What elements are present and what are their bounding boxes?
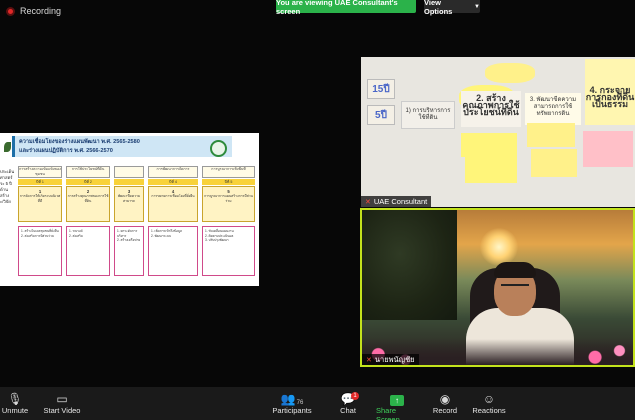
whiteboard-note	[461, 133, 517, 157]
participant-name-bar: ✕ UAE Consultant	[361, 196, 432, 207]
speaker-glasses	[501, 284, 529, 289]
whiteboard-scene: 15ปี 5ปี 1) การบริหารการใช้ที่ดิน 2. สร้…	[361, 57, 635, 207]
column-header	[114, 179, 144, 185]
slide-column: 3 พัฒนาขีดความสามารถ 1. ยกระดับการบริหาร 2…	[114, 166, 144, 278]
whiteboard-note: 3. พัฒนาขีดความสามารถการใช้ทรัพยากรดิน	[525, 93, 581, 125]
microphone-muted-icon: ✕	[366, 356, 372, 364]
column-title	[114, 166, 144, 178]
microphone-muted-icon: ✕	[365, 198, 371, 206]
sunlight-background	[480, 228, 518, 266]
speaker-hair	[494, 262, 536, 278]
slide-column: การสร้างความเข้มแข็งของชุมชน ปีที่ 1 1 กา…	[18, 166, 62, 278]
reactions-label: Reactions	[472, 406, 506, 415]
slide-column: การพัฒนาการจัดการ ปีที่ 4 4 การขยายการเชื…	[148, 166, 198, 278]
leaf-logo-icon	[4, 142, 11, 152]
participant-name-bar: ✕ นายพนัญชัย	[362, 354, 419, 365]
whiteboard-note	[527, 123, 575, 147]
reactions-icon: ☺	[482, 392, 496, 406]
record-dot-icon	[6, 6, 15, 16]
view-options-button[interactable]: View Options ▼	[424, 0, 480, 16]
share-screen-label: Share Screen	[376, 406, 400, 420]
chevron-down-icon: ▼	[474, 3, 480, 10]
share-screen-button[interactable]: ↑ Share Screen	[376, 389, 418, 420]
start-video-label: Start Video	[43, 406, 81, 415]
whiteboard-note: 4. กระจายการกองที่ดินเป็นธรรม	[585, 59, 635, 125]
shared-screen-slide[interactable]: ความเชื่อมโยงของร่างแผนพัฒนา พ.ศ. 2565-2…	[0, 133, 259, 286]
whiteboard-note	[583, 131, 633, 167]
chat-label: Chat	[340, 406, 356, 415]
zoom-meeting-window: Recording You are viewing UAE Consultant…	[0, 0, 635, 420]
whiteboard-note	[531, 149, 577, 177]
column-box: 5 การบูรณาการแผนสร้างการมีส่วนร่วม	[202, 186, 255, 222]
unmute-button[interactable]: 🎙 Unmute	[0, 389, 30, 415]
viewing-banner: You are viewing UAE Consultant's screen	[276, 0, 416, 16]
column-header: ปีที่ 2	[66, 179, 110, 185]
reactions-button[interactable]: ☺ Reactions	[472, 389, 506, 415]
whiteboard-note: 2. สร้างคุณภาพการใช้ประโยชน์ที่ดิน	[461, 91, 521, 127]
column-list: 1. รณรงค์ 2. ส่งเสริม	[66, 226, 110, 276]
column-box: 3 พัฒนาขีดความสามารถ	[114, 186, 144, 222]
whiteboard-note: 15ปี	[367, 79, 395, 99]
start-video-button[interactable]: ▭ Start Video	[43, 389, 81, 415]
recording-indicator[interactable]: Recording	[6, 6, 61, 16]
column-list: 1. เพิ่มการเข้าถึงข้อมูล 2. พัฒนาระบบ	[148, 226, 198, 276]
column-box: 1 การจัดการให้เกิดระบบนิเวศที่ดี	[18, 186, 62, 222]
meeting-toolbar: 🎙 Unmute ▭ Start Video 👥 76 Participants …	[0, 387, 635, 420]
column-list: 1. ยกระดับการบริหาร 2. สร้างเครือข่าย	[114, 226, 144, 276]
trees-background	[362, 210, 457, 320]
camera-off-icon: ▭	[56, 392, 68, 406]
column-header: ปีที่ 4	[148, 179, 198, 185]
slide-title: ความเชื่อมโยงของร่างแผนพัฒนา พ.ศ. 2565-2…	[19, 139, 140, 145]
active-speaker-tile[interactable]: ✕ นายพนัญชัย	[360, 208, 635, 367]
participants-icon: 👥 76	[280, 392, 304, 406]
view-options-label: View Options	[424, 0, 453, 16]
participants-button[interactable]: 👥 76 Participants	[272, 389, 312, 415]
whiteboard-note: 5ปี	[367, 105, 395, 125]
recording-label: Recording	[20, 6, 62, 16]
agency-seal-icon	[210, 140, 227, 157]
virtual-background	[362, 210, 633, 365]
whiteboard-note	[485, 63, 535, 83]
column-title: การพัฒนาการจัดการ	[148, 166, 198, 178]
column-box: 4 การขยายการเชื่อมโยงที่ยั่งยืน	[148, 186, 198, 222]
column-list: 1. สร้างโมเดลชุมชนที่ยั่งยืน 2. ส่งเสริมก…	[18, 226, 62, 276]
participant-video-tile[interactable]: 15ปี 5ปี 1) การบริหารการใช้ที่ดิน 2. สร้…	[361, 57, 635, 207]
record-label: Record	[432, 406, 458, 415]
whiteboard-note	[465, 157, 517, 183]
column-title: การสร้างความเข้มแข็งของชุมชน	[18, 166, 62, 178]
microphone-muted-icon: 🎙	[7, 392, 23, 406]
column-header: ปีที่ 1	[18, 179, 62, 185]
column-box: 2 การสร้างคุณภาพของการใช้ที่ดิน	[66, 186, 110, 222]
column-header: ปีที่ 5	[202, 179, 255, 185]
slide-column: การบูรณาการเชิงพื้นที่ ปีที่ 5 5 การบูรณา…	[202, 166, 255, 278]
unmute-label: Unmute	[1, 406, 29, 415]
slide-header: ความเชื่อมโยงของร่างแผนพัฒนา พ.ศ. 2565-2…	[12, 136, 232, 157]
whiteboard-note: 1) การบริหารการใช้ที่ดิน	[401, 101, 455, 129]
participant-name: นายพนัญชัย	[374, 354, 415, 364]
record-button[interactable]: ◉ Record	[433, 389, 457, 415]
participant-name: UAE Consultant	[373, 197, 428, 206]
slide-column: การใช้ประโยชน์ที่ดิน ปีที่ 2 2 การสร้างคุ…	[66, 166, 110, 278]
share-screen-icon: ↑	[390, 389, 404, 406]
slide-columns: การสร้างความเข้มแข็งของชุมชน ปีที่ 1 1 กา…	[8, 166, 255, 284]
column-list: 1. ขับเคลื่อนแผนงาน 2. ติดตามประเมินผล 3. …	[202, 226, 255, 276]
column-title: การบูรณาการเชิงพื้นที่	[202, 166, 255, 178]
column-title: การใช้ประโยชน์ที่ดิน	[66, 166, 110, 178]
record-icon: ◉	[439, 392, 451, 406]
slide-subtitle: และร่างแผนปฏิบัติการ พ.ศ. 2566-2570	[19, 148, 113, 154]
participants-label: Participants	[272, 406, 312, 415]
chat-unread-badge: 1	[351, 392, 359, 400]
